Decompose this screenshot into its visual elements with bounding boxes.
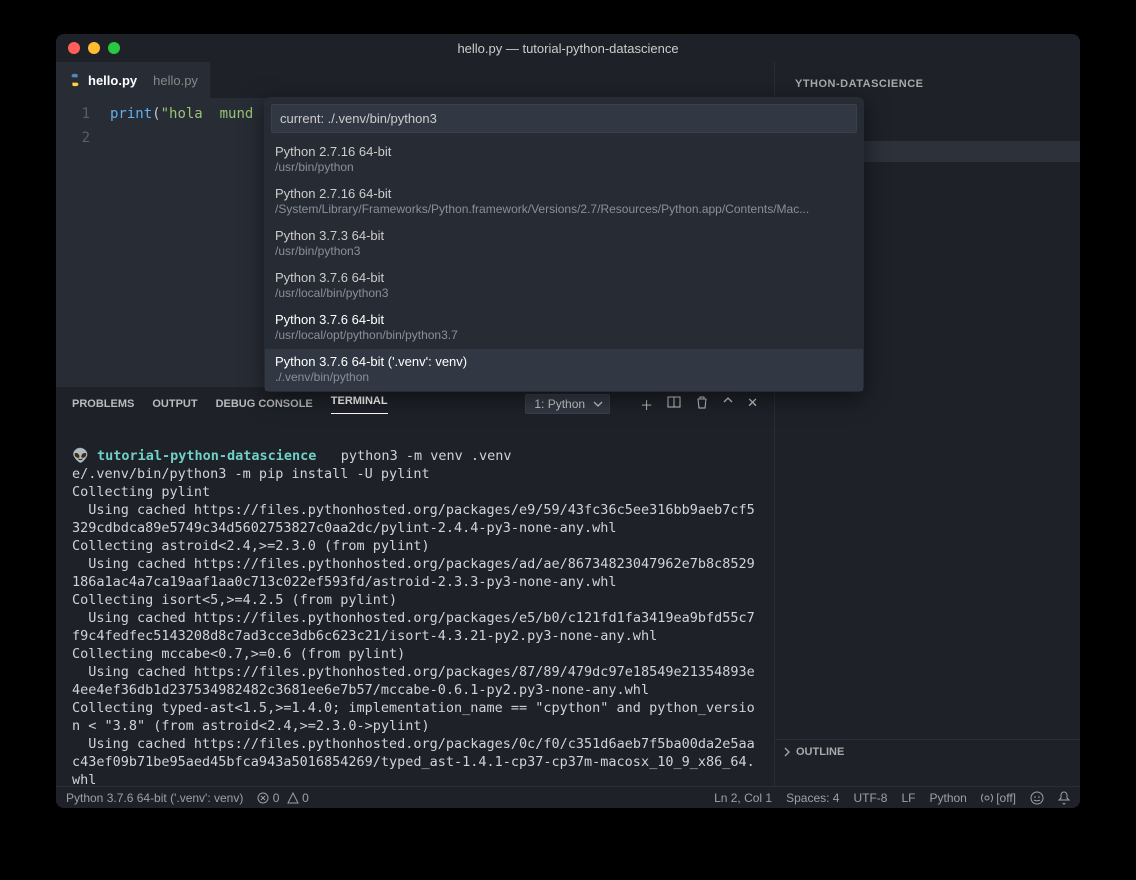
maximize-panel-button[interactable] — [723, 395, 733, 414]
quickpick-item[interactable]: Python 3.7.6 64-bit /usr/local/opt/pytho… — [265, 307, 863, 349]
terminal-selector[interactable]: 1: Python — [525, 394, 610, 414]
kill-terminal-button[interactable] — [695, 395, 709, 414]
titlebar: hello.py — tutorial-python-datascience — [56, 34, 1080, 62]
terminal-content[interactable]: 👽 tutorial-python-datascience python3 -m… — [56, 421, 774, 786]
window-title: hello.py — tutorial-python-datascience — [56, 41, 1080, 56]
outline-section-header[interactable]: OUTLINE — [774, 739, 1080, 764]
quickpick-item[interactable]: Python 3.7.3 64-bit /usr/bin/python3 — [265, 223, 863, 265]
status-eol[interactable]: LF — [901, 791, 915, 805]
bell-icon — [1058, 791, 1070, 805]
status-feedback-button[interactable] — [1030, 791, 1044, 805]
line-number-gutter: 1 2 — [56, 102, 110, 158]
status-bar: Python 3.7.6 64-bit ('.venv': venv) 0 0 … — [56, 786, 1080, 808]
quickpick-list: Python 2.7.16 64-bit /usr/bin/python Pyt… — [265, 139, 863, 391]
feedback-icon — [1030, 791, 1044, 805]
tab-debug-console[interactable]: DEBUG CONSOLE — [216, 398, 313, 410]
interpreter-quickpick: current: ./.venv/bin/python3 Python 2.7.… — [264, 97, 864, 392]
error-icon — [257, 792, 269, 804]
chevron-right-icon — [782, 747, 792, 757]
status-notifications-button[interactable] — [1058, 791, 1070, 805]
panel-tabs: PROBLEMS OUTPUT DEBUG CONSOLE TERMINAL 1… — [56, 387, 774, 421]
status-indent[interactable]: Spaces: 4 — [786, 791, 839, 805]
tab-hello-py[interactable]: hello.py hello.py — [56, 62, 210, 98]
tab-breadcrumb: hello.py — [153, 73, 198, 88]
status-cursor-position[interactable]: Ln 2, Col 1 — [714, 791, 772, 805]
status-language[interactable]: Python — [930, 791, 967, 805]
tab-filename: hello.py — [88, 73, 137, 88]
status-liveshare[interactable]: [off] — [981, 791, 1016, 805]
quickpick-input[interactable]: current: ./.venv/bin/python3 — [271, 104, 857, 133]
status-encoding[interactable]: UTF-8 — [853, 791, 887, 805]
editor-tabs-bar: hello.py hello.py — [56, 62, 774, 98]
quickpick-item[interactable]: Python 3.7.6 64-bit ('.venv': venv) ./.v… — [265, 349, 863, 391]
bottom-panel: PROBLEMS OUTPUT DEBUG CONSOLE TERMINAL 1… — [56, 386, 774, 786]
tab-problems[interactable]: PROBLEMS — [72, 398, 134, 410]
new-terminal-button[interactable]: ＋ — [640, 395, 653, 414]
close-panel-button[interactable]: ✕ — [747, 395, 758, 414]
status-python-interpreter[interactable]: Python 3.7.6 64-bit ('.venv': venv) — [66, 791, 243, 805]
broadcast-icon — [981, 792, 993, 804]
quickpick-item[interactable]: Python 2.7.16 64-bit /usr/bin/python — [265, 139, 863, 181]
status-problems[interactable]: 0 0 — [257, 791, 308, 805]
vscode-window: hello.py — tutorial-python-datascience h… — [56, 34, 1080, 808]
quickpick-item[interactable]: Python 3.7.6 64-bit /usr/local/bin/pytho… — [265, 265, 863, 307]
explorer-section-header[interactable]: YTHON-DATASCIENCE — [775, 72, 1080, 96]
quickpick-item[interactable]: Python 2.7.16 64-bit /System/Library/Fra… — [265, 181, 863, 223]
warning-icon — [287, 792, 299, 804]
tab-terminal[interactable]: TERMINAL — [331, 395, 388, 414]
python-file-icon — [68, 73, 82, 87]
chevron-down-icon — [593, 399, 603, 409]
split-terminal-button[interactable] — [667, 395, 681, 414]
tab-output[interactable]: OUTPUT — [152, 398, 197, 410]
